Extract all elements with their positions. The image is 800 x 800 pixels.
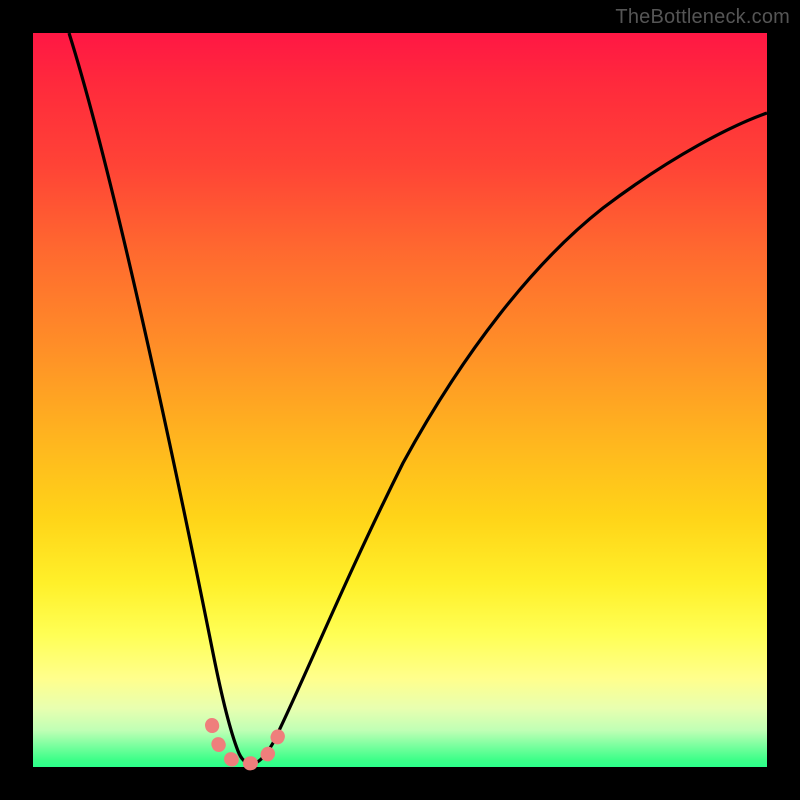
chart-frame: TheBottleneck.com: [0, 0, 800, 800]
chart-svg: [33, 33, 767, 767]
bottleneck-curve: [69, 33, 767, 764]
watermark-text: TheBottleneck.com: [615, 6, 790, 29]
